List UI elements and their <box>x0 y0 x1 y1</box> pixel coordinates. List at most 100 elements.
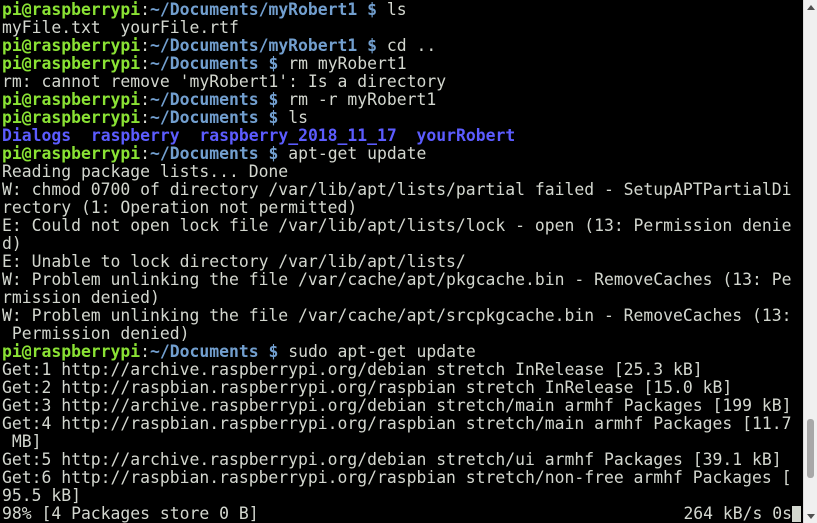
prompt-user-host: pi@raspberrypi <box>2 91 141 109</box>
directory-entry: Dialogs <box>2 127 72 145</box>
output-text: Get:6 http://raspbian.raspberrypi.org/ra… <box>2 469 792 487</box>
output-text: MB] <box>2 433 42 451</box>
output-text: W: Problem unlinking the file /var/cache… <box>2 271 792 289</box>
prompt-path: ~/Documents <box>150 55 259 73</box>
prompt-dollar: $ <box>367 37 378 55</box>
output-text: E: Could not open lock file /var/lib/apt… <box>2 217 792 235</box>
output-line: myFile.txt yourFile.rtf <box>2 19 803 37</box>
output-line: rm: cannot remove 'myRobert1': Is a dire… <box>2 73 803 91</box>
apt-download-rate: 264 kB/s 0s <box>683 505 801 523</box>
apt-progress-line: 98% [4 Packages store 0 B] 264 kB/s 0s <box>2 505 803 523</box>
command-text: ls <box>386 1 407 19</box>
prompt-colon: : <box>140 343 151 361</box>
prompt-line: pi@raspberrypi:~/Documents $ rm -r myRob… <box>2 91 803 109</box>
prompt-colon: : <box>140 1 151 19</box>
output-line: d) <box>2 235 803 253</box>
output-line: Get:6 http://raspbian.raspberrypi.org/ra… <box>2 469 803 487</box>
output-text: myFile.txt yourFile.rtf <box>2 19 239 37</box>
output-line: E: Unable to lock directory /var/lib/apt… <box>2 253 803 271</box>
prompt-dollar: $ <box>268 91 279 109</box>
output-line: Get:1 http://archive.raspberrypi.org/deb… <box>2 361 803 379</box>
directory-entry: raspberry_2018_11_17 <box>199 127 397 145</box>
command-text: sudo apt-get update <box>288 343 476 361</box>
terminal-window[interactable]: pi@raspberrypi:~/Documents/myRobert1 $ l… <box>0 0 803 523</box>
prompt-path: ~/Documents/myRobert1 <box>150 37 358 55</box>
prompt-line: pi@raspberrypi:~/Documents $ sudo apt-ge… <box>2 343 803 361</box>
output-line: Permission denied) <box>2 325 803 343</box>
prompt-user-host: pi@raspberrypi <box>2 37 141 55</box>
prompt-colon: : <box>140 145 151 163</box>
prompt-dollar: $ <box>268 55 279 73</box>
output-text: W: Problem unlinking the file /var/cache… <box>2 307 792 325</box>
prompt-dollar: $ <box>268 109 279 127</box>
prompt-line: pi@raspberrypi:~/Documents $ rm myRobert… <box>2 55 803 73</box>
command-text: ls <box>288 109 308 127</box>
prompt-path: ~/Documents <box>150 145 259 163</box>
output-line: Reading package lists... Done <box>2 163 803 181</box>
output-line: 95.5 kB] <box>2 487 803 505</box>
output-line: E: Could not open lock file /var/lib/apt… <box>2 217 803 235</box>
output-text: rectory (1: Operation not permitted) <box>2 199 358 217</box>
output-text: 95.5 kB] <box>2 487 81 505</box>
download-rate-text: 264 kB/s 0s <box>683 505 792 523</box>
directory-entry: raspberry <box>90 127 180 145</box>
prompt-line: pi@raspberrypi:~/Documents/myRobert1 $ l… <box>2 1 803 19</box>
output-text: Get:3 http://archive.raspberrypi.org/deb… <box>2 397 792 415</box>
command-text: rm myRobert1 <box>288 55 407 73</box>
output-text: Get:2 http://raspbian.raspberrypi.org/ra… <box>2 379 733 397</box>
prompt-user-host: pi@raspberrypi <box>2 343 141 361</box>
arrow-down-icon <box>806 513 815 519</box>
command-text: rm -r myRobert1 <box>288 91 437 109</box>
prompt-line: pi@raspberrypi:~/Documents $ ls <box>2 109 803 127</box>
output-line: Get:2 http://raspbian.raspberrypi.org/ra… <box>2 379 803 397</box>
vertical-scrollbar[interactable] <box>803 0 817 523</box>
arrow-up-icon <box>806 4 815 10</box>
prompt-path: ~/Documents/myRobert1 <box>150 1 358 19</box>
prompt-colon: : <box>140 37 151 55</box>
output-line: W: Problem unlinking the file /var/cache… <box>2 271 803 289</box>
prompt-colon: : <box>140 55 151 73</box>
command-text: cd .. <box>386 37 437 55</box>
output-line: rmission denied) <box>2 289 803 307</box>
command-text: apt-get update <box>288 145 427 163</box>
output-text: rmission denied) <box>2 289 160 307</box>
prompt-user-host: pi@raspberrypi <box>2 55 141 73</box>
prompt-user-host: pi@raspberrypi <box>2 1 141 19</box>
output-text: W: chmod 0700 of directory /var/lib/apt/… <box>2 181 792 199</box>
output-text: rm: cannot remove 'myRobert1': Is a dire… <box>2 73 447 91</box>
apt-progress-status: 98% [4 Packages store 0 B] <box>2 505 259 523</box>
prompt-path: ~/Documents <box>150 109 259 127</box>
output-line: rectory (1: Operation not permitted) <box>2 199 803 217</box>
output-text: Reading package lists... Done <box>2 163 289 181</box>
output-line: W: Problem unlinking the file /var/cache… <box>2 307 803 325</box>
prompt-line: pi@raspberrypi:~/Documents $ apt-get upd… <box>2 145 803 163</box>
output-text: E: Unable to lock directory /var/lib/apt… <box>2 253 466 271</box>
prompt-colon: : <box>140 91 151 109</box>
output-line: Get:4 http://raspbian.raspberrypi.org/ra… <box>2 415 803 433</box>
prompt-path: ~/Documents <box>150 91 259 109</box>
prompt-dollar: $ <box>268 145 279 163</box>
prompt-user-host: pi@raspberrypi <box>2 145 141 163</box>
scroll-down-button[interactable] <box>804 509 817 523</box>
ls-directory-listing: Dialogs raspberry raspberry_2018_11_17 y… <box>2 127 803 145</box>
output-line: Get:5 http://archive.raspberrypi.org/deb… <box>2 451 803 469</box>
prompt-colon: : <box>140 109 151 127</box>
directory-entry: yourRobert <box>416 127 516 145</box>
prompt-dollar: $ <box>367 1 378 19</box>
prompt-dollar: $ <box>268 343 279 361</box>
prompt-user-host: pi@raspberrypi <box>2 109 141 127</box>
scrollbar-thumb[interactable] <box>807 419 814 479</box>
output-text: d) <box>2 235 22 253</box>
output-text: Get:1 http://archive.raspberrypi.org/deb… <box>2 361 703 379</box>
output-line: W: chmod 0700 of directory /var/lib/apt/… <box>2 181 803 199</box>
prompt-line: pi@raspberrypi:~/Documents/myRobert1 $ c… <box>2 37 803 55</box>
terminal-output: pi@raspberrypi:~/Documents/myRobert1 $ l… <box>2 1 803 523</box>
output-line: MB] <box>2 433 803 451</box>
output-text: Permission denied) <box>2 325 190 343</box>
prompt-path: ~/Documents <box>150 343 259 361</box>
terminal-cursor <box>792 506 801 522</box>
output-text: Get:5 http://archive.raspberrypi.org/deb… <box>2 451 782 469</box>
output-line: Get:3 http://archive.raspberrypi.org/deb… <box>2 397 803 415</box>
scroll-up-button[interactable] <box>804 0 817 14</box>
output-text: Get:4 http://raspbian.raspberrypi.org/ra… <box>2 415 792 433</box>
